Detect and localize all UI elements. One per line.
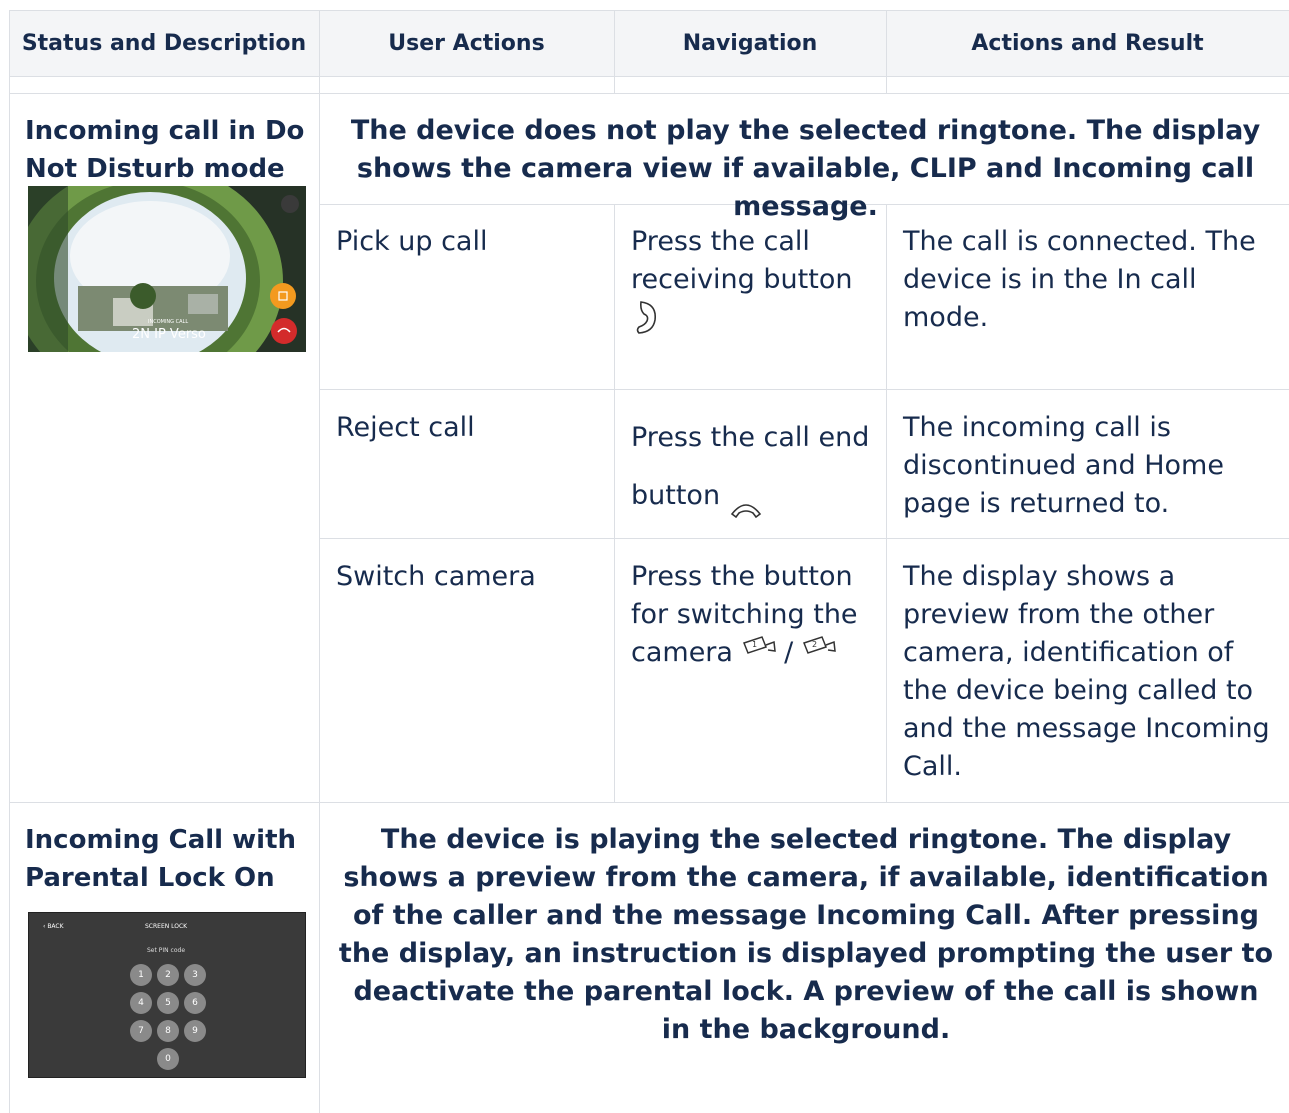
dnd-screenshot: INCOMING CALL 2N IP Verso xyxy=(13,163,306,399)
grid-line xyxy=(319,10,320,1113)
back-link: ‹ BACK xyxy=(43,923,64,930)
pin-key: 5 xyxy=(157,992,179,1014)
phone-end-icon xyxy=(729,481,763,539)
navigation-reject: Press the call end button xyxy=(631,409,881,539)
pin-prompt: Set PIN code xyxy=(147,947,186,954)
status-dnd: Incoming call in Do Not Disturb mode xyxy=(25,116,305,184)
parental-lock-description: The device is playing the selected ringt… xyxy=(338,824,1274,1045)
action-reject: Reject call xyxy=(336,412,475,443)
grid-line xyxy=(9,10,1289,11)
header-navigation: Navigation xyxy=(682,30,818,56)
action-pick-up: Pick up call xyxy=(336,226,488,257)
header-status-description: Status and Description xyxy=(21,30,307,56)
pin-key: 8 xyxy=(157,1020,179,1042)
grid-line xyxy=(9,76,1289,77)
parental-lock-screenshot: ‹ BACK SCREEN LOCK Set PIN code 1 2 3 4 … xyxy=(28,912,306,1078)
status-parental-lock: Incoming Call with Parental Lock On xyxy=(25,825,297,893)
camera-1-icon: 1 xyxy=(742,634,776,672)
header-user-actions: User Actions xyxy=(388,30,545,56)
grid-line xyxy=(9,10,10,1113)
pin-key: 0 xyxy=(157,1048,179,1070)
page: Status and Description User Actions Navi… xyxy=(0,0,1289,1113)
phone-receive-icon xyxy=(631,299,663,346)
svg-text:2: 2 xyxy=(812,640,817,649)
svg-text:1: 1 xyxy=(752,640,757,649)
caller-name: 2N IP Verso xyxy=(132,327,206,342)
result-pick-up: The call is connected. The device is in … xyxy=(903,226,1256,333)
pin-key: 1 xyxy=(130,964,152,986)
camera-separator: / xyxy=(784,637,794,668)
camera-2-icon: 2 xyxy=(802,634,836,672)
grid-line xyxy=(319,389,1289,390)
grid-line xyxy=(886,204,887,802)
incoming-call-label: INCOMING CALL xyxy=(148,319,189,325)
pin-key: 2 xyxy=(157,964,179,986)
pin-key: 6 xyxy=(184,992,206,1014)
pin-key: 7 xyxy=(130,1020,152,1042)
grid-line xyxy=(886,10,887,93)
navigation-pick-up: Press the call receiving button xyxy=(631,223,881,346)
grid-line xyxy=(614,10,615,93)
header-actions-result: Actions and Result xyxy=(971,30,1204,56)
result-reject: The incoming call is discontinued and Ho… xyxy=(903,412,1224,519)
navigation-switch-camera: Press the button for switching the camer… xyxy=(631,558,881,672)
dnd-description: The device does not play the selected ri… xyxy=(350,115,1261,222)
screen-lock-title: SCREEN LOCK xyxy=(145,923,188,930)
pin-key: 3 xyxy=(184,964,206,986)
pin-key: 9 xyxy=(184,1020,206,1042)
pin-key: 4 xyxy=(130,992,152,1014)
grid-line xyxy=(614,204,615,802)
navigation-pick-up-text: Press the call receiving button xyxy=(631,226,853,295)
grid-line xyxy=(9,802,1289,803)
result-switch-camera: The display shows a preview from the oth… xyxy=(903,561,1270,782)
grid-line xyxy=(9,93,1289,94)
action-switch-camera: Switch camera xyxy=(336,561,536,592)
back-label: BACK xyxy=(47,923,64,930)
